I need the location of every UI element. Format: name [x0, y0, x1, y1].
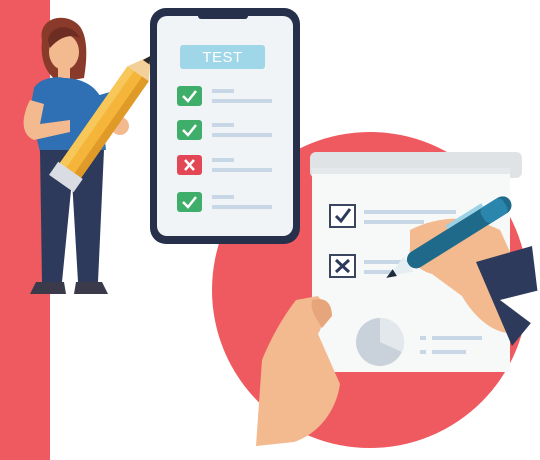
phone-mockup: [150, 8, 300, 244]
check-icon: [329, 204, 356, 228]
test-checklist-illustration: TEST: [0, 0, 540, 460]
pie-chart-icon: [356, 317, 405, 366]
test-header-label: TEST: [202, 48, 243, 66]
